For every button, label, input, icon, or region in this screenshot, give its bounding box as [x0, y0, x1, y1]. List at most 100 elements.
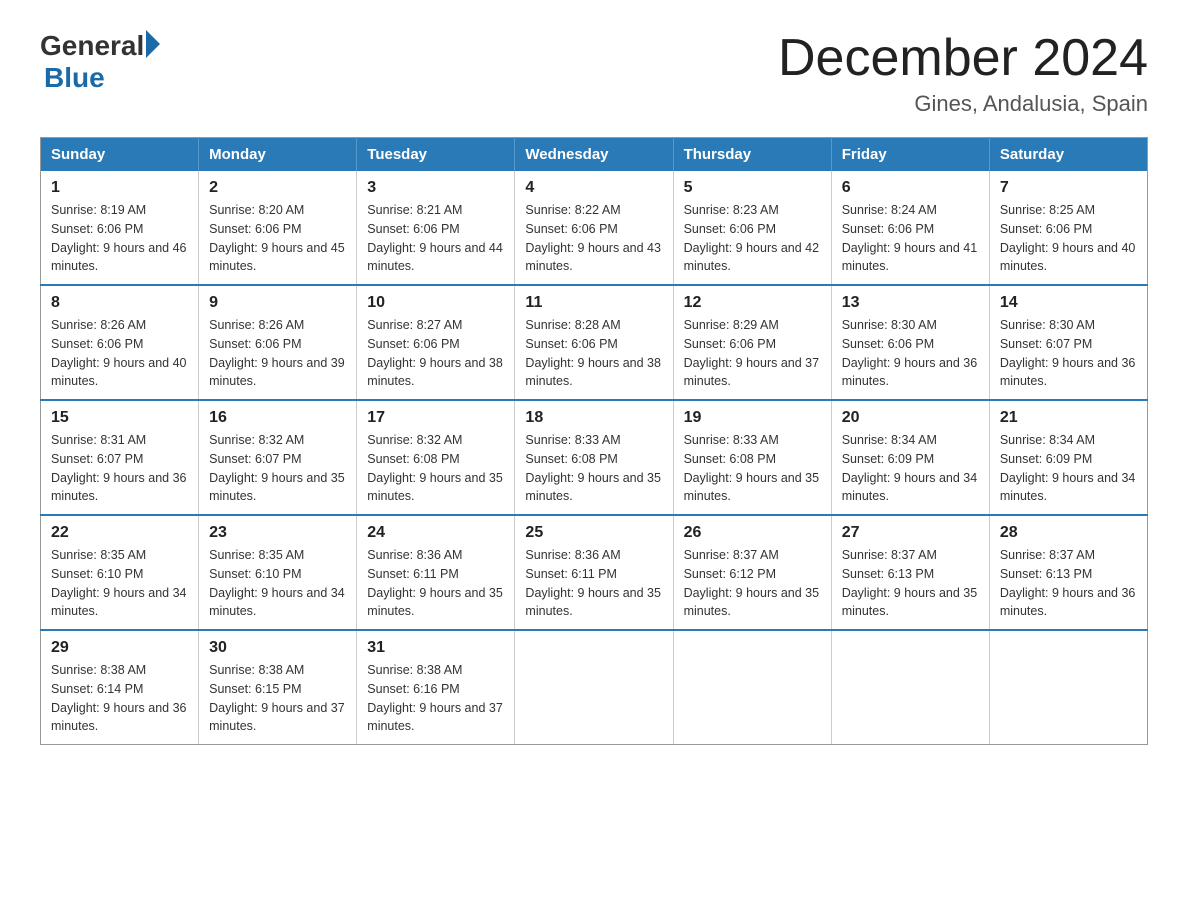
table-row: 6 Sunrise: 8:24 AMSunset: 6:06 PMDayligh… — [831, 171, 989, 285]
table-row: 14 Sunrise: 8:30 AMSunset: 6:07 PMDaylig… — [989, 285, 1147, 400]
day-number: 10 — [367, 294, 504, 312]
day-number: 24 — [367, 524, 504, 542]
day-info: Sunrise: 8:30 AMSunset: 6:07 PMDaylight:… — [1000, 316, 1137, 391]
table-row: 18 Sunrise: 8:33 AMSunset: 6:08 PMDaylig… — [515, 400, 673, 515]
day-number: 21 — [1000, 409, 1137, 427]
table-row: 12 Sunrise: 8:29 AMSunset: 6:06 PMDaylig… — [673, 285, 831, 400]
table-row: 15 Sunrise: 8:31 AMSunset: 6:07 PMDaylig… — [41, 400, 199, 515]
table-row: 23 Sunrise: 8:35 AMSunset: 6:10 PMDaylig… — [199, 515, 357, 630]
day-info: Sunrise: 8:28 AMSunset: 6:06 PMDaylight:… — [525, 316, 662, 391]
day-info: Sunrise: 8:36 AMSunset: 6:11 PMDaylight:… — [367, 546, 504, 621]
table-row: 22 Sunrise: 8:35 AMSunset: 6:10 PMDaylig… — [41, 515, 199, 630]
table-row — [831, 630, 989, 745]
table-row: 29 Sunrise: 8:38 AMSunset: 6:14 PMDaylig… — [41, 630, 199, 745]
table-row: 27 Sunrise: 8:37 AMSunset: 6:13 PMDaylig… — [831, 515, 989, 630]
table-row: 28 Sunrise: 8:37 AMSunset: 6:13 PMDaylig… — [989, 515, 1147, 630]
location-title: Gines, Andalusia, Spain — [778, 91, 1148, 117]
day-info: Sunrise: 8:26 AMSunset: 6:06 PMDaylight:… — [51, 316, 188, 391]
day-info: Sunrise: 8:36 AMSunset: 6:11 PMDaylight:… — [525, 546, 662, 621]
logo-general-text: General — [40, 30, 144, 62]
day-info: Sunrise: 8:22 AMSunset: 6:06 PMDaylight:… — [525, 201, 662, 276]
day-number: 28 — [1000, 524, 1137, 542]
calendar-week-4: 22 Sunrise: 8:35 AMSunset: 6:10 PMDaylig… — [41, 515, 1148, 630]
table-row: 31 Sunrise: 8:38 AMSunset: 6:16 PMDaylig… — [357, 630, 515, 745]
day-info: Sunrise: 8:31 AMSunset: 6:07 PMDaylight:… — [51, 431, 188, 506]
day-info: Sunrise: 8:21 AMSunset: 6:06 PMDaylight:… — [367, 201, 504, 276]
day-info: Sunrise: 8:38 AMSunset: 6:14 PMDaylight:… — [51, 661, 188, 736]
day-info: Sunrise: 8:33 AMSunset: 6:08 PMDaylight:… — [684, 431, 821, 506]
day-number: 26 — [684, 524, 821, 542]
day-info: Sunrise: 8:19 AMSunset: 6:06 PMDaylight:… — [51, 201, 188, 276]
header-cell-saturday: Saturday — [989, 138, 1147, 172]
table-row: 19 Sunrise: 8:33 AMSunset: 6:08 PMDaylig… — [673, 400, 831, 515]
day-number: 29 — [51, 639, 188, 657]
table-row: 2 Sunrise: 8:20 AMSunset: 6:06 PMDayligh… — [199, 171, 357, 285]
day-number: 23 — [209, 524, 346, 542]
day-info: Sunrise: 8:38 AMSunset: 6:15 PMDaylight:… — [209, 661, 346, 736]
day-number: 3 — [367, 179, 504, 197]
day-info: Sunrise: 8:35 AMSunset: 6:10 PMDaylight:… — [209, 546, 346, 621]
table-row: 26 Sunrise: 8:37 AMSunset: 6:12 PMDaylig… — [673, 515, 831, 630]
table-row: 16 Sunrise: 8:32 AMSunset: 6:07 PMDaylig… — [199, 400, 357, 515]
calendar-week-5: 29 Sunrise: 8:38 AMSunset: 6:14 PMDaylig… — [41, 630, 1148, 745]
day-number: 15 — [51, 409, 188, 427]
day-number: 5 — [684, 179, 821, 197]
table-row: 4 Sunrise: 8:22 AMSunset: 6:06 PMDayligh… — [515, 171, 673, 285]
table-row: 17 Sunrise: 8:32 AMSunset: 6:08 PMDaylig… — [357, 400, 515, 515]
calendar-header: SundayMondayTuesdayWednesdayThursdayFrid… — [41, 138, 1148, 172]
day-info: Sunrise: 8:38 AMSunset: 6:16 PMDaylight:… — [367, 661, 504, 736]
day-number: 22 — [51, 524, 188, 542]
calendar-week-2: 8 Sunrise: 8:26 AMSunset: 6:06 PMDayligh… — [41, 285, 1148, 400]
day-info: Sunrise: 8:32 AMSunset: 6:08 PMDaylight:… — [367, 431, 504, 506]
day-info: Sunrise: 8:20 AMSunset: 6:06 PMDaylight:… — [209, 201, 346, 276]
day-number: 14 — [1000, 294, 1137, 312]
table-row — [673, 630, 831, 745]
day-number: 2 — [209, 179, 346, 197]
table-row: 8 Sunrise: 8:26 AMSunset: 6:06 PMDayligh… — [41, 285, 199, 400]
logo: General Blue — [40, 30, 160, 94]
day-number: 8 — [51, 294, 188, 312]
header-cell-monday: Monday — [199, 138, 357, 172]
day-number: 6 — [842, 179, 979, 197]
day-number: 25 — [525, 524, 662, 542]
header-cell-friday: Friday — [831, 138, 989, 172]
day-info: Sunrise: 8:23 AMSunset: 6:06 PMDaylight:… — [684, 201, 821, 276]
table-row — [989, 630, 1147, 745]
day-number: 16 — [209, 409, 346, 427]
day-info: Sunrise: 8:26 AMSunset: 6:06 PMDaylight:… — [209, 316, 346, 391]
day-info: Sunrise: 8:34 AMSunset: 6:09 PMDaylight:… — [1000, 431, 1137, 506]
table-row: 3 Sunrise: 8:21 AMSunset: 6:06 PMDayligh… — [357, 171, 515, 285]
day-number: 7 — [1000, 179, 1137, 197]
day-number: 1 — [51, 179, 188, 197]
page-header: General Blue December 2024 Gines, Andalu… — [40, 30, 1148, 117]
day-number: 31 — [367, 639, 504, 657]
day-info: Sunrise: 8:37 AMSunset: 6:13 PMDaylight:… — [1000, 546, 1137, 621]
table-row — [515, 630, 673, 745]
day-info: Sunrise: 8:37 AMSunset: 6:13 PMDaylight:… — [842, 546, 979, 621]
table-row: 13 Sunrise: 8:30 AMSunset: 6:06 PMDaylig… — [831, 285, 989, 400]
title-block: December 2024 Gines, Andalusia, Spain — [778, 30, 1148, 117]
day-number: 27 — [842, 524, 979, 542]
day-number: 18 — [525, 409, 662, 427]
day-number: 30 — [209, 639, 346, 657]
logo-arrow-icon — [146, 30, 160, 58]
day-number: 20 — [842, 409, 979, 427]
logo-blue-text: Blue — [44, 62, 105, 94]
table-row: 24 Sunrise: 8:36 AMSunset: 6:11 PMDaylig… — [357, 515, 515, 630]
calendar-table: SundayMondayTuesdayWednesdayThursdayFrid… — [40, 137, 1148, 745]
day-number: 4 — [525, 179, 662, 197]
table-row: 1 Sunrise: 8:19 AMSunset: 6:06 PMDayligh… — [41, 171, 199, 285]
day-info: Sunrise: 8:24 AMSunset: 6:06 PMDaylight:… — [842, 201, 979, 276]
day-info: Sunrise: 8:32 AMSunset: 6:07 PMDaylight:… — [209, 431, 346, 506]
day-info: Sunrise: 8:37 AMSunset: 6:12 PMDaylight:… — [684, 546, 821, 621]
day-number: 11 — [525, 294, 662, 312]
table-row: 7 Sunrise: 8:25 AMSunset: 6:06 PMDayligh… — [989, 171, 1147, 285]
header-cell-thursday: Thursday — [673, 138, 831, 172]
day-info: Sunrise: 8:30 AMSunset: 6:06 PMDaylight:… — [842, 316, 979, 391]
day-number: 12 — [684, 294, 821, 312]
day-info: Sunrise: 8:34 AMSunset: 6:09 PMDaylight:… — [842, 431, 979, 506]
table-row: 10 Sunrise: 8:27 AMSunset: 6:06 PMDaylig… — [357, 285, 515, 400]
table-row: 25 Sunrise: 8:36 AMSunset: 6:11 PMDaylig… — [515, 515, 673, 630]
table-row: 20 Sunrise: 8:34 AMSunset: 6:09 PMDaylig… — [831, 400, 989, 515]
day-info: Sunrise: 8:33 AMSunset: 6:08 PMDaylight:… — [525, 431, 662, 506]
